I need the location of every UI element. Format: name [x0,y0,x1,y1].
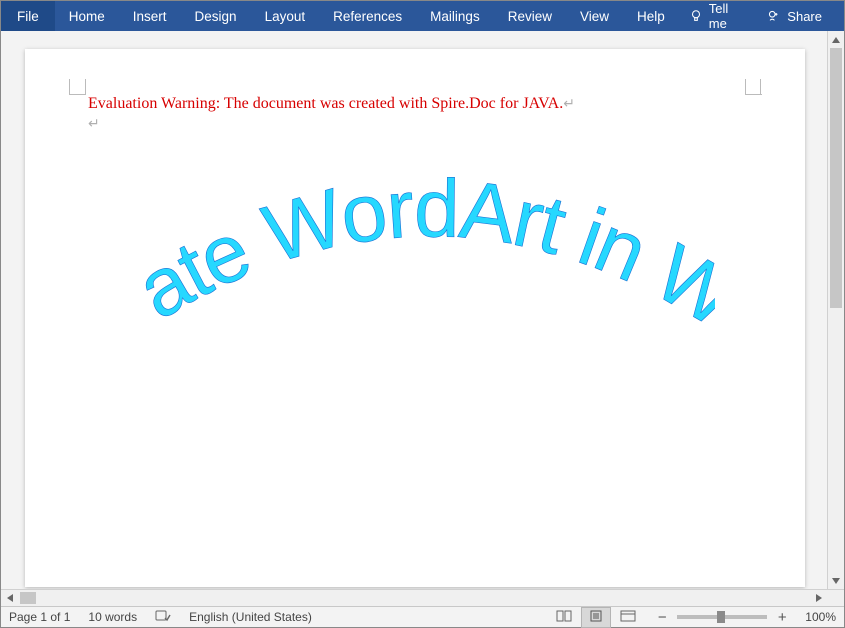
tab-view[interactable]: View [566,1,623,31]
word-count-status[interactable]: 10 words [88,610,137,624]
tell-me-label: Tell me [709,1,744,31]
language-status[interactable]: English (United States) [189,610,312,624]
paragraph-mark-icon: ↵ [88,116,100,133]
scroll-right-button[interactable] [810,590,827,606]
lightbulb-icon [689,9,703,23]
zoom-slider-handle[interactable] [717,611,725,623]
spellcheck-status[interactable] [155,609,171,626]
zoom-out-button[interactable]: − [653,608,671,626]
page-number-status[interactable]: Page 1 of 1 [9,610,70,624]
tab-home[interactable]: Home [55,1,119,31]
read-mode-button[interactable] [549,607,579,628]
zoom-controls: − + 100% [653,608,836,626]
horizontal-scrollbar[interactable] [1,589,844,606]
chevron-right-icon [816,594,822,602]
status-left: Page 1 of 1 10 words English (United Sta… [9,609,312,626]
status-right: − + 100% [549,607,836,628]
document-area: Evaluation Warning: The document was cre… [1,31,827,589]
read-mode-icon [556,610,572,625]
scrollbar-corner [827,590,844,606]
scroll-up-button[interactable] [828,31,844,48]
share-button[interactable]: Share [759,9,830,24]
share-label: Share [787,9,822,24]
vertical-scroll-thumb[interactable] [830,48,842,308]
vertical-scroll-track[interactable] [828,48,844,572]
margin-marker-top-left [69,79,85,95]
tab-mailings[interactable]: Mailings [416,1,494,31]
tell-me-search[interactable]: Tell me [679,1,754,31]
scroll-left-button[interactable] [1,590,18,606]
web-layout-icon [620,610,636,625]
print-layout-icon [589,610,603,625]
margin-marker-top-right [745,79,761,95]
tab-references[interactable]: References [319,1,416,31]
tab-file[interactable]: File [1,1,55,31]
tab-review[interactable]: Review [494,1,566,31]
zoom-in-button[interactable]: + [773,608,791,626]
ribbon-right: Tell me Share [679,1,838,31]
svg-text:Create WordArt in Word: Create WordArt in Word [145,159,715,346]
tab-layout[interactable]: Layout [251,1,320,31]
spellcheck-icon [155,609,171,626]
evaluation-warning-text: Evaluation Warning: The document was cre… [88,95,575,113]
tab-insert[interactable]: Insert [119,1,181,31]
scroll-down-button[interactable] [828,572,844,589]
paragraph-mark-icon: ↵ [563,97,575,112]
chevron-up-icon [832,37,840,43]
document-page[interactable]: Evaluation Warning: The document was cre… [25,49,805,587]
print-layout-button[interactable] [581,607,611,628]
zoom-percent[interactable]: 100% [805,610,836,624]
tab-help[interactable]: Help [623,1,679,31]
status-bar: Page 1 of 1 10 words English (United Sta… [1,606,844,627]
wordart-object[interactable]: Create WordArt in Word [145,159,715,359]
vertical-scrollbar[interactable] [827,31,844,589]
warning-text: Evaluation Warning: The document was cre… [88,95,563,112]
horizontal-scroll-thumb[interactable] [20,592,36,604]
web-layout-button[interactable] [613,607,643,628]
chevron-left-icon [7,594,13,602]
chevron-down-icon [832,578,840,584]
wordart-text: Create WordArt in Word [145,159,715,346]
ribbon: File Home Insert Design Layout Reference… [1,1,844,31]
ribbon-tabs: File Home Insert Design Layout Reference… [1,1,679,31]
share-icon [767,9,781,23]
zoom-slider[interactable] [677,615,767,619]
horizontal-scroll-track[interactable] [18,590,810,606]
tab-design[interactable]: Design [181,1,251,31]
